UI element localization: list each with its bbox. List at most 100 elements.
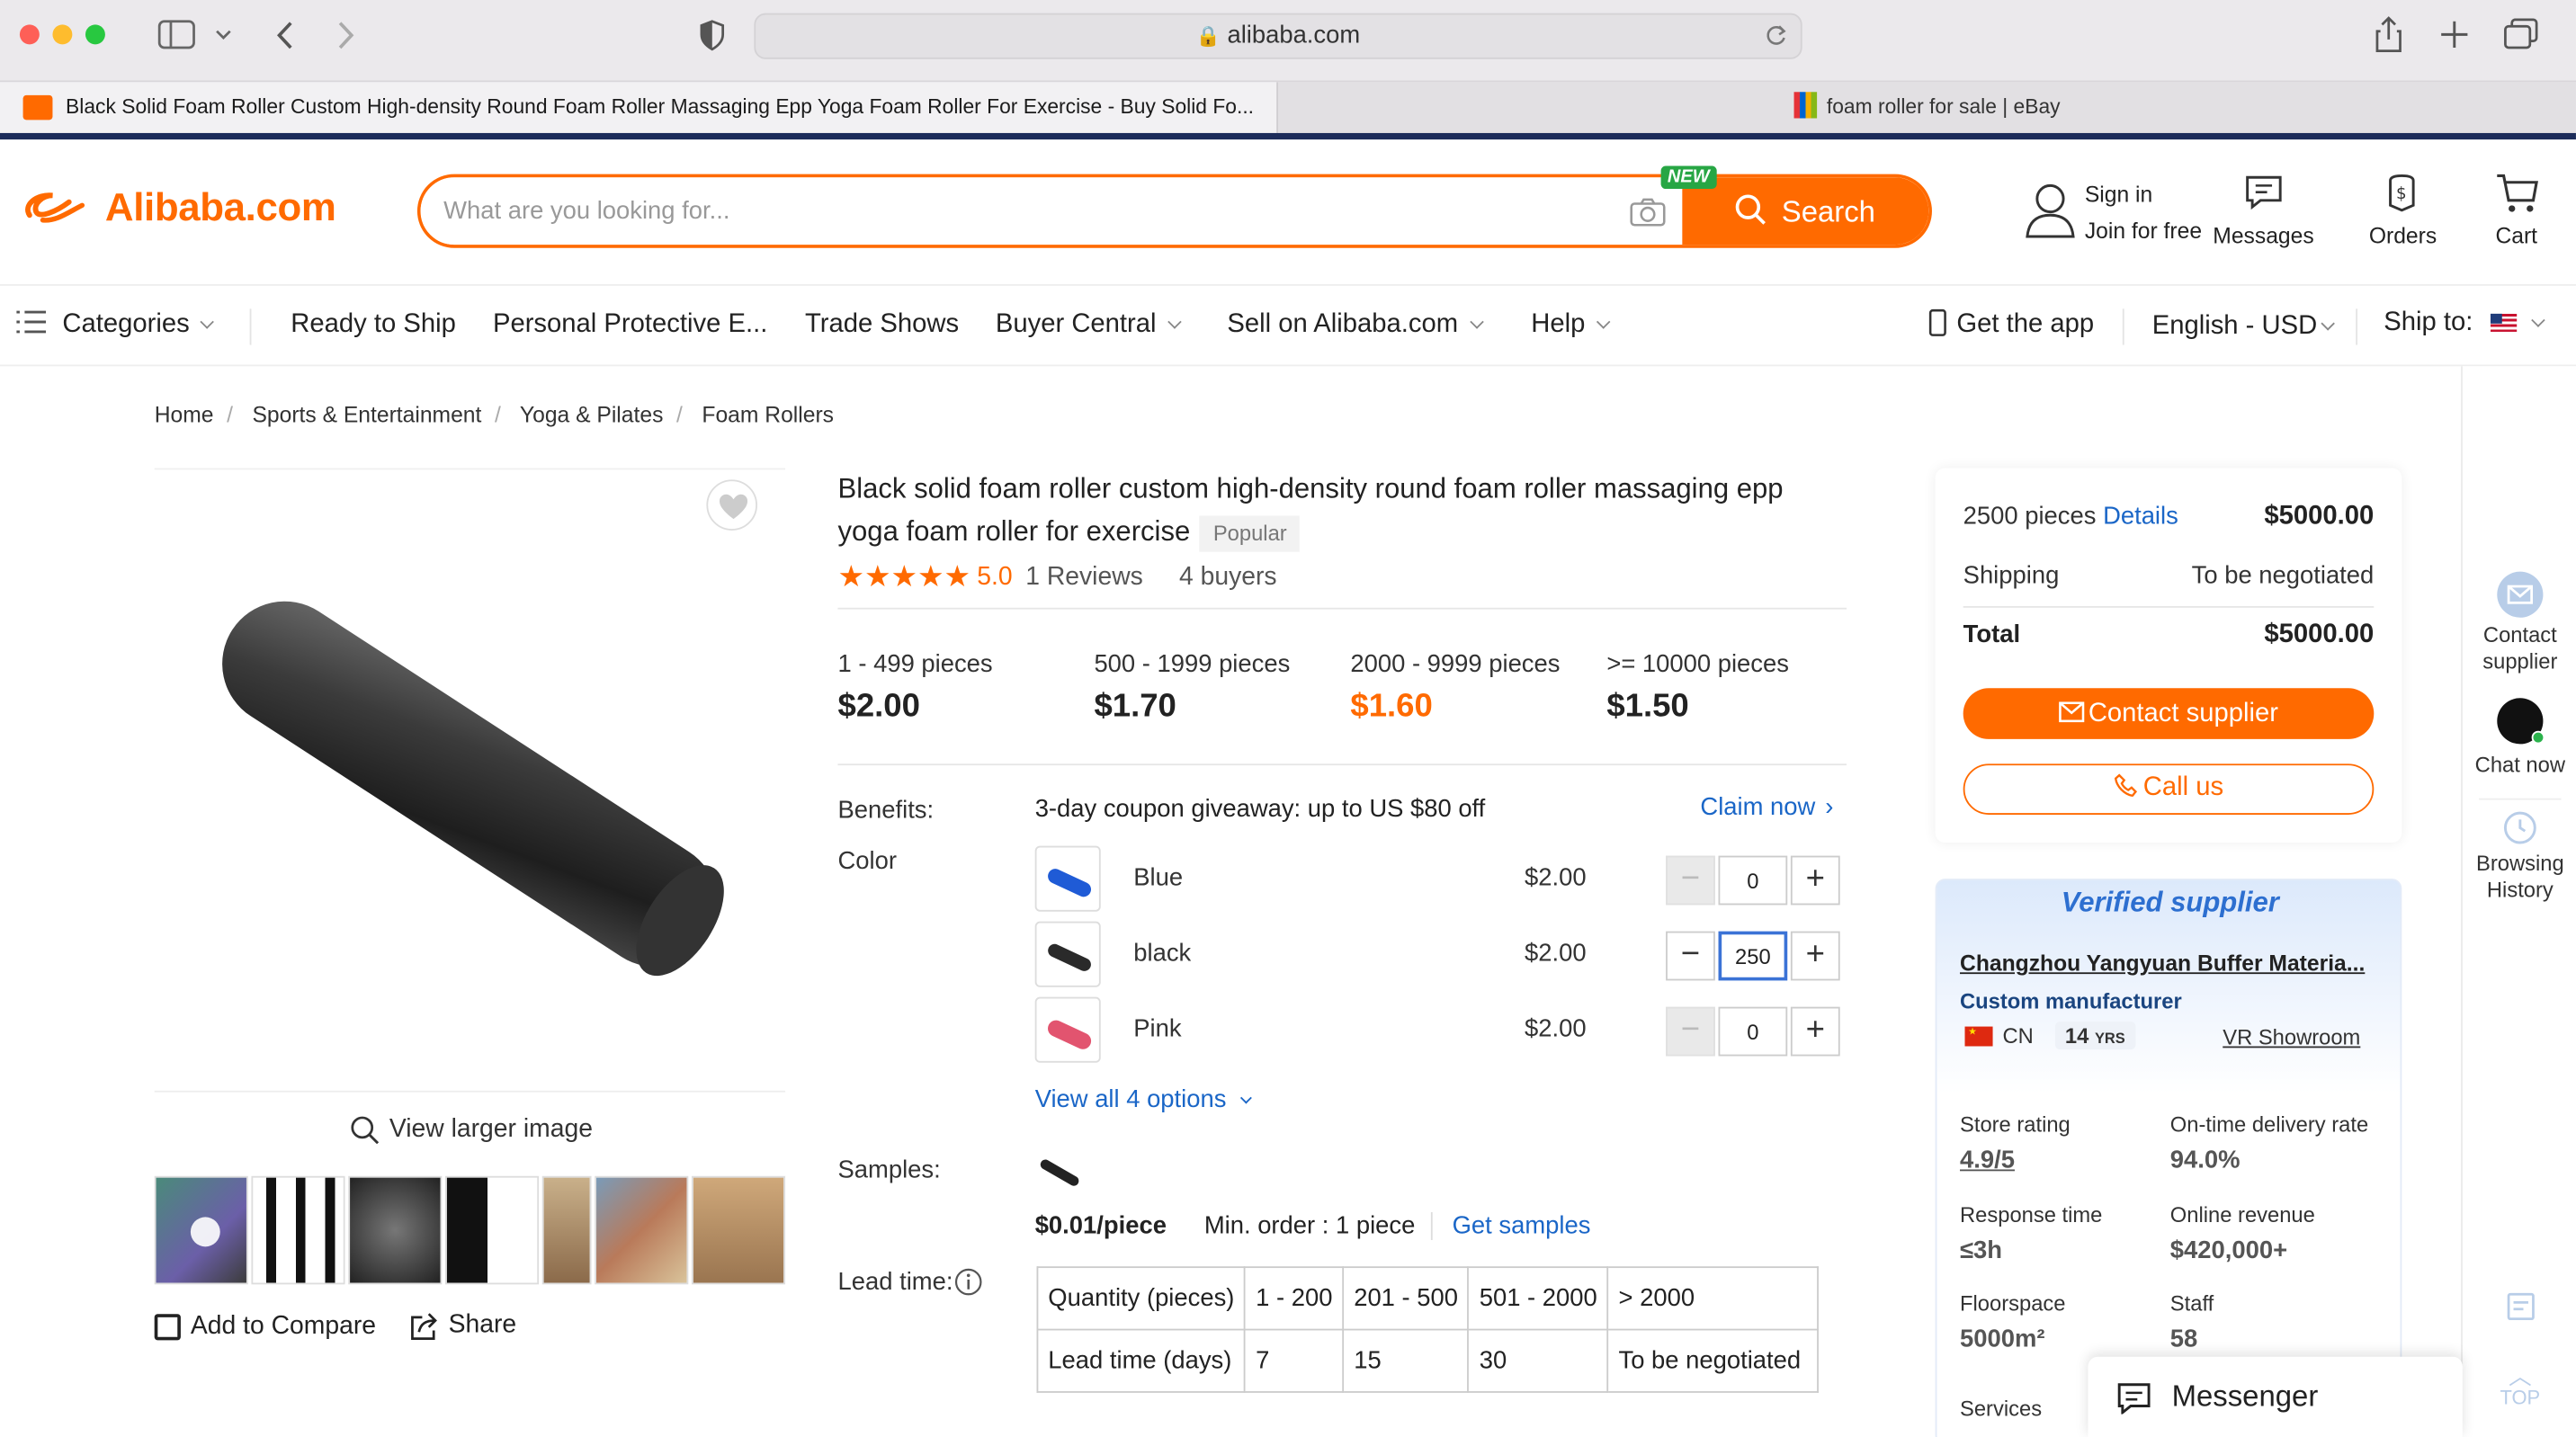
language-currency-select[interactable]: English - USD	[2152, 312, 2336, 342]
nav-buyer-central[interactable]: Buyer Central	[996, 310, 1182, 340]
close-window-button[interactable]	[19, 24, 40, 45]
search-button[interactable]: Search	[1682, 177, 1929, 245]
table-cell: > 2000	[1606, 1266, 1820, 1331]
minimize-window-button[interactable]	[52, 24, 73, 45]
tab-ebay[interactable]: foam roller for sale | eBay	[1278, 82, 2576, 133]
cart-link[interactable]: Cart	[2495, 223, 2537, 247]
increment-button[interactable]: +	[1790, 855, 1840, 906]
thumbnail-image[interactable]	[445, 1175, 540, 1285]
nav-help[interactable]: Help	[1531, 310, 1611, 340]
get-app-link[interactable]: Get the app	[1928, 308, 2094, 340]
feedback-icon[interactable]	[2505, 1291, 2538, 1325]
contact-supplier-button[interactable]: Contact supplier	[1963, 688, 2375, 739]
thumbnail-image[interactable]	[594, 1175, 689, 1285]
rating-score: 5.0	[977, 562, 1013, 591]
thumbnail-image[interactable]	[348, 1175, 443, 1285]
nav-trade-shows[interactable]: Trade Shows	[805, 310, 959, 340]
nav-personal-protective[interactable]: Personal Protective E...	[493, 310, 767, 340]
add-to-compare[interactable]: Add to Compare	[154, 1312, 376, 1342]
heart-icon	[720, 494, 748, 520]
supplier-name-link[interactable]: Changzhou Yangyuan Buffer Materia...	[1960, 951, 2365, 976]
share-icon[interactable]	[2372, 14, 2405, 54]
star-icon: ★	[917, 559, 944, 594]
share-link[interactable]: Share	[409, 1311, 516, 1341]
variant-price: $2.00	[1524, 1014, 1587, 1043]
increment-button[interactable]: +	[1790, 1006, 1840, 1057]
zoom-window-button[interactable]	[85, 24, 105, 45]
product-image-main[interactable]	[154, 468, 786, 1093]
messenger-panel[interactable]: Messenger	[2088, 1356, 2463, 1437]
info-icon[interactable]	[954, 1268, 982, 1296]
back-icon[interactable]	[273, 20, 296, 51]
get-app-label: Get the app	[1956, 310, 2095, 339]
chevron-down-icon[interactable]	[213, 26, 233, 42]
forward-icon[interactable]	[335, 20, 359, 51]
verified-supplier-badge: Verified supplier	[2061, 887, 2279, 919]
categories-menu[interactable]: Categories	[16, 310, 215, 340]
thumbnail-image[interactable]	[691, 1175, 786, 1285]
view-larger-image-link[interactable]: View larger image	[350, 1115, 593, 1145]
claim-now-link[interactable]: Claim now ›	[1700, 793, 1833, 821]
play-icon	[190, 1217, 220, 1247]
details-link[interactable]: Details	[2103, 503, 2178, 531]
decrement-button[interactable]: −	[1666, 855, 1715, 906]
decrement-button[interactable]: −	[1666, 1006, 1715, 1057]
alibaba-favicon-icon	[22, 94, 53, 120]
roller-thumbnail	[1045, 942, 1094, 974]
call-us-button[interactable]: Call us	[1963, 763, 2375, 815]
vr-showroom-link[interactable]: VR Showroom	[2223, 1025, 2360, 1049]
back-to-top-button[interactable]: ︿ TOP	[2463, 1365, 2576, 1410]
variant-swatch[interactable]	[1034, 921, 1101, 987]
join-link[interactable]: Join for free	[2085, 219, 2202, 243]
cart-icon[interactable]	[2494, 171, 2540, 213]
shield-icon[interactable]	[698, 20, 726, 51]
mail-icon	[2059, 701, 2085, 723]
compare-checkbox[interactable]	[154, 1314, 181, 1341]
user-icon[interactable]	[2024, 181, 2076, 240]
variant-swatch[interactable]	[1034, 996, 1101, 1063]
reload-icon[interactable]	[1765, 24, 1788, 48]
tab-alibaba[interactable]: Black Solid Foam Roller Custom High-dens…	[0, 82, 1279, 133]
breadcrumb-home[interactable]: Home	[155, 402, 214, 426]
rail-chat-now[interactable]: Chat now	[2463, 698, 2576, 778]
messages-icon[interactable]	[2244, 174, 2284, 210]
nav-ready-to-ship[interactable]: Ready to Ship	[291, 310, 456, 340]
orders-icon[interactable]: $	[2384, 173, 2419, 212]
search-input[interactable]	[420, 177, 1686, 245]
address-bar[interactable]: 🔒 alibaba.com	[754, 13, 1802, 59]
ship-to-select[interactable]: Ship to:	[2384, 308, 2545, 338]
new-badge: NEW	[1660, 165, 1717, 190]
lead-time-table: Quantity (pieces) 1 - 200 201 - 500 501 …	[1036, 1266, 1820, 1393]
messages-link[interactable]: Messages	[2213, 223, 2313, 247]
increment-button[interactable]: +	[1790, 931, 1840, 981]
breadcrumb-foam-rollers[interactable]: Foam Rollers	[702, 402, 834, 426]
stat-value[interactable]: 4.9/5	[1960, 1147, 2071, 1174]
favorite-button[interactable]	[706, 479, 758, 531]
decrement-button[interactable]: −	[1666, 931, 1715, 981]
rail-contact-supplier[interactable]: Contact supplier	[2463, 571, 2576, 675]
sample-thumbnail[interactable]	[1038, 1157, 1081, 1188]
sidebar-toggle-icon[interactable]	[157, 20, 197, 51]
view-all-options-link[interactable]: View all 4 options	[1035, 1085, 1253, 1113]
reviews-link[interactable]: 1 Reviews	[1025, 563, 1143, 593]
quantity-input[interactable]	[1718, 1006, 1788, 1057]
alibaba-logo[interactable]: Alibaba.com	[20, 185, 336, 231]
quantity-input[interactable]	[1718, 931, 1788, 981]
thumbnail-image[interactable]	[542, 1175, 592, 1285]
variant-swatch[interactable]	[1034, 845, 1101, 912]
us-flag-icon	[2490, 313, 2517, 332]
get-samples-link[interactable]: Get samples	[1453, 1212, 1591, 1240]
new-tab-icon[interactable]	[2439, 20, 2469, 49]
thumbnail-video[interactable]	[154, 1175, 248, 1285]
quantity-input[interactable]	[1718, 855, 1788, 906]
total-value: $5000.00	[2264, 620, 2375, 649]
breadcrumb-sports[interactable]: Sports & Entertainment	[252, 402, 481, 426]
sign-in-link[interactable]: Sign in	[2085, 183, 2152, 207]
rail-browsing-history[interactable]: Browsing History	[2463, 809, 2576, 903]
breadcrumb-yoga[interactable]: Yoga & Pilates	[520, 402, 664, 426]
thumbnail-image[interactable]	[251, 1175, 345, 1285]
tab-overview-icon[interactable]	[2504, 18, 2540, 51]
camera-icon[interactable]	[1630, 197, 1666, 227]
orders-link[interactable]: Orders	[2369, 223, 2437, 247]
nav-sell-on-alibaba[interactable]: Sell on Alibaba.com	[1227, 310, 1483, 340]
